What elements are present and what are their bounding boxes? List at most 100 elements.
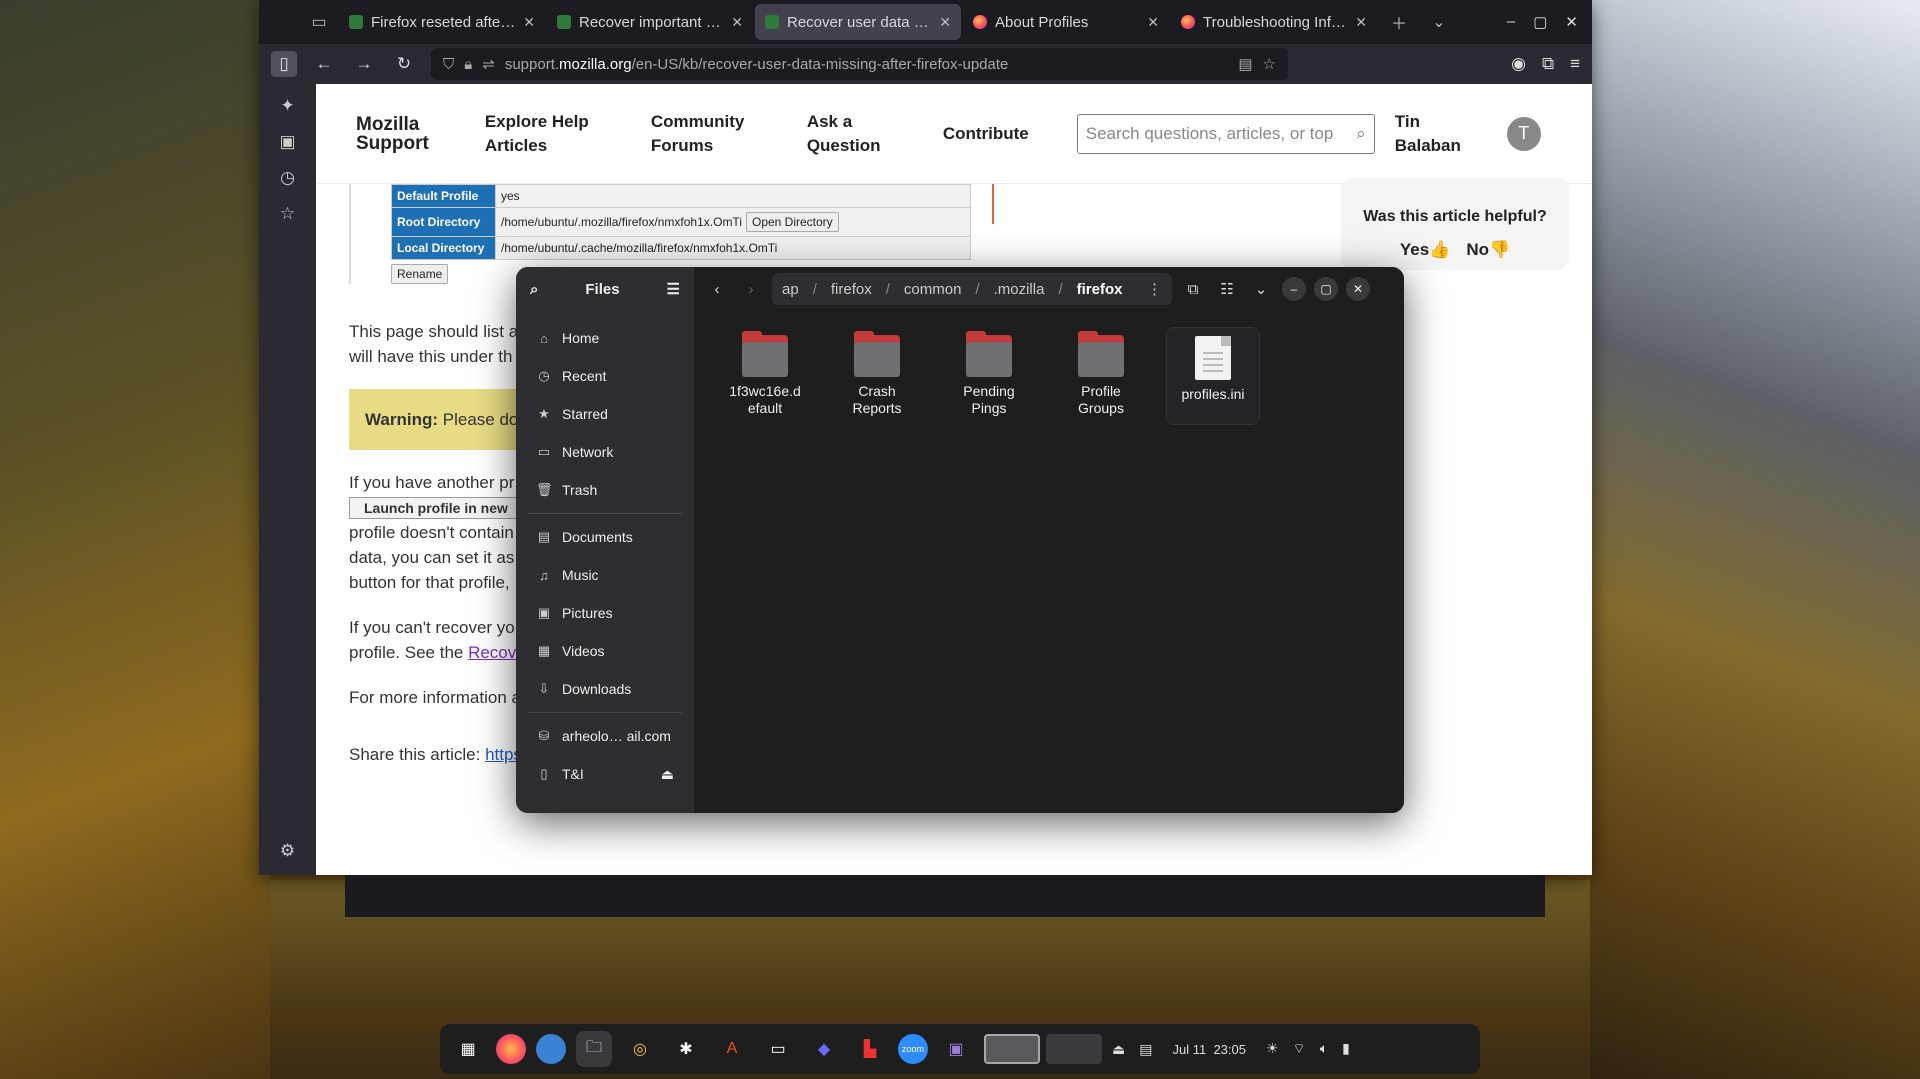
- slack-icon[interactable]: ✱: [668, 1031, 704, 1067]
- url-bar[interactable]: ⛉ 🔒︎ ⇌ support.mozilla.org/en-US/kb/reco…: [431, 48, 1288, 80]
- flipboard-icon[interactable]: ▙: [852, 1031, 888, 1067]
- eject-icon[interactable]: ⏏: [1112, 1041, 1125, 1058]
- firefox-icon[interactable]: [496, 1034, 526, 1064]
- nav-explore[interactable]: Explore Help Articles: [485, 110, 595, 158]
- close-tab-icon[interactable]: ✕: [939, 14, 951, 31]
- apps-grid-icon[interactable]: ▦: [450, 1031, 486, 1067]
- mozilla-support-logo[interactable]: Mozilla Support: [356, 115, 429, 153]
- folder-item[interactable]: 1f3wc16e.d efault: [718, 327, 812, 425]
- sidebar-item-network[interactable]: ▭ Network: [522, 433, 688, 471]
- close-tab-icon[interactable]: ✕: [731, 14, 743, 31]
- rename-button[interactable]: Rename: [391, 264, 449, 284]
- clock[interactable]: Jul 11 23:05: [1172, 1042, 1246, 1057]
- history-icon[interactable]: ◷: [280, 168, 295, 188]
- volume-icon[interactable]: 🔈︎: [1320, 1040, 1328, 1058]
- forward-icon[interactable]: →: [351, 51, 377, 77]
- folder-item[interactable]: Profile Groups: [1054, 327, 1148, 425]
- workspace-2[interactable]: [1046, 1034, 1102, 1064]
- brightness-icon[interactable]: ☀: [1266, 1040, 1279, 1058]
- sidebar-item-device[interactable]: ▯ T&I ⏏: [522, 755, 688, 793]
- launch-profile-button[interactable]: Launch profile in new: [349, 497, 523, 519]
- tab-overview-icon[interactable]: ▭: [299, 12, 339, 32]
- avatar[interactable]: T: [1506, 116, 1541, 151]
- workspace-1[interactable]: [984, 1034, 1040, 1064]
- reload-icon[interactable]: ↻: [391, 51, 417, 77]
- files-icon[interactable]: 🗀: [576, 1031, 612, 1067]
- sidebar-item-trash[interactable]: 🗑︎ Trash: [522, 471, 688, 509]
- gear-icon[interactable]: ⚙: [280, 841, 295, 861]
- zoom-icon[interactable]: zoom: [898, 1034, 928, 1064]
- open-directory-button[interactable]: Open Directory: [745, 212, 839, 232]
- rhythmbox-icon[interactable]: ◎: [622, 1031, 658, 1067]
- folder-item[interactable]: Crash Reports: [830, 327, 924, 425]
- back-icon[interactable]: ‹: [704, 276, 730, 302]
- sidebar-item-documents[interactable]: ▤ Documents: [522, 518, 688, 556]
- tab-1[interactable]: Firefox reseted after re ✕: [339, 4, 545, 40]
- terminal-icon[interactable]: ▭: [760, 1031, 796, 1067]
- sidebar-item-home[interactable]: ⌂ Home: [522, 319, 688, 357]
- permissions-icon[interactable]: ⇌: [482, 55, 495, 73]
- wifi-icon[interactable]: ⌔: [1293, 1040, 1306, 1058]
- ai-chat-icon[interactable]: ✦: [280, 96, 294, 116]
- search-icon[interactable]: ⌕: [1356, 124, 1366, 144]
- reader-mode-icon[interactable]: ▤: [1238, 55, 1252, 73]
- hamburger-menu-icon[interactable]: ☰: [667, 280, 680, 298]
- account-icon[interactable]: ◉: [1511, 54, 1526, 74]
- browser-icon[interactable]: [536, 1034, 566, 1064]
- search-icon[interactable]: ⌕: [530, 281, 538, 298]
- breadcrumb-item[interactable]: .mozilla: [994, 281, 1045, 298]
- maximize-icon[interactable]: ▢: [1533, 13, 1547, 31]
- close-icon[interactable]: ✕: [1346, 277, 1370, 301]
- close-tab-icon[interactable]: ✕: [1147, 14, 1159, 31]
- sidebar-item-downloads[interactable]: ⇩ Downloads: [522, 670, 688, 708]
- remote-desktop-icon[interactable]: ▣: [938, 1031, 974, 1067]
- tab-5[interactable]: Troubleshooting Inform ✕: [1171, 4, 1377, 40]
- nav-ask[interactable]: Ask a Question: [807, 110, 887, 158]
- back-icon[interactable]: ←: [311, 51, 337, 77]
- eject-icon[interactable]: ⏏: [661, 766, 674, 783]
- sidebar-toggle-icon[interactable]: ▯: [271, 51, 297, 77]
- folder-item[interactable]: Pending Pings: [942, 327, 1036, 425]
- sidebar-item-starred[interactable]: ★ Starred: [522, 395, 688, 433]
- nav-contribute[interactable]: Contribute: [943, 122, 1029, 146]
- tab-3[interactable]: Recover user data miss ✕: [755, 4, 961, 40]
- close-icon[interactable]: ✕: [1565, 13, 1578, 31]
- view-list-icon[interactable]: ☷: [1214, 276, 1240, 302]
- search-input[interactable]: Search questions, articles, or top ⌕: [1076, 113, 1375, 154]
- breadcrumb-item[interactable]: ap: [782, 281, 799, 298]
- file-item[interactable]: profiles.ini: [1166, 327, 1260, 425]
- recover-link[interactable]: Recov: [468, 643, 516, 662]
- tab-list-chevron-icon[interactable]: ⌄: [1419, 12, 1459, 32]
- breadcrumb-current[interactable]: firefox: [1077, 281, 1123, 298]
- open-terminal-icon[interactable]: ⧉: [1180, 276, 1206, 302]
- close-tab-icon[interactable]: ✕: [523, 14, 535, 31]
- bookmark-star-icon[interactable]: ☆: [1263, 55, 1276, 73]
- sidebar-item-videos[interactable]: ▦ Videos: [522, 632, 688, 670]
- breadcrumb-item[interactable]: common: [904, 281, 962, 298]
- synced-tabs-icon[interactable]: ▣: [279, 132, 295, 152]
- sidebar-item-recent[interactable]: ◷ Recent: [522, 357, 688, 395]
- minimize-icon[interactable]: –: [1282, 277, 1306, 301]
- chevron-down-icon[interactable]: ⌄: [1248, 276, 1274, 302]
- new-tab-icon[interactable]: ＋: [1379, 10, 1419, 34]
- tab-2[interactable]: Recover important dat ✕: [547, 4, 753, 40]
- lock-icon[interactable]: 🔒︎: [464, 56, 472, 73]
- sidebar-item-pictures[interactable]: ▣ Pictures: [522, 594, 688, 632]
- close-tab-icon[interactable]: ✕: [1355, 14, 1367, 31]
- extensions-icon[interactable]: ⧉: [1542, 54, 1554, 74]
- app-center-icon[interactable]: A: [714, 1031, 750, 1067]
- linear-icon[interactable]: ◆: [806, 1031, 842, 1067]
- path-menu-icon[interactable]: ⋮: [1147, 280, 1162, 298]
- sidebar-item-music[interactable]: ♫ Music: [522, 556, 688, 594]
- tab-4[interactable]: About Profiles ✕: [963, 4, 1169, 40]
- forward-icon[interactable]: ›: [738, 276, 764, 302]
- menu-icon[interactable]: ≡: [1570, 54, 1580, 74]
- minimize-icon[interactable]: –: [1507, 13, 1515, 31]
- url-text[interactable]: support.mozilla.org/en-US/kb/recover-use…: [505, 56, 1229, 73]
- maximize-icon[interactable]: ▢: [1314, 277, 1338, 301]
- nav-community[interactable]: Community Forums: [651, 110, 751, 158]
- yes-button[interactable]: Yes👍: [1400, 240, 1450, 260]
- breadcrumb-item[interactable]: firefox: [831, 281, 872, 298]
- bookmarks-icon[interactable]: ☆: [280, 204, 295, 224]
- shield-icon[interactable]: ⛉: [443, 56, 454, 73]
